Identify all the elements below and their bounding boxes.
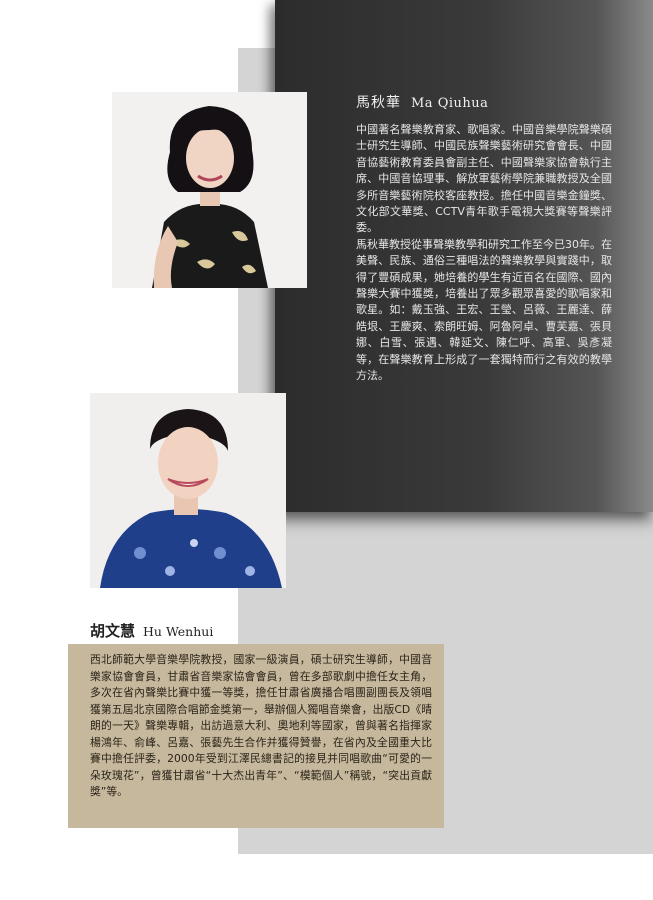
portrait-hu-wenhui-image (90, 393, 286, 588)
person2-name-en: Hu Wenhui (143, 624, 214, 639)
person1-bio-paragraph-2: 馬秋華教授從事聲樂教學和研究工作至今已30年。在美聲、民族、通俗三種唱法的聲樂教… (356, 237, 612, 383)
portrait-ma-qiuhua (112, 92, 307, 288)
person1-name: 馬秋華 Ma Qiuhua (356, 92, 488, 112)
person1-bio: 中國著名聲樂教育家、歌唱家。中國音樂學院聲樂碩士研究生導師、中國民族聲樂藝術研究… (356, 122, 612, 385)
person2-name-cn: 胡文慧 (90, 622, 136, 640)
portrait-ma-qiuhua-image (112, 92, 307, 288)
person1-name-en: Ma Qiuhua (411, 96, 489, 111)
person2-bio-box: 西北師範大學音樂學院教授，國家一級演員，碩士研究生導師，中國音樂家協會會員，甘肅… (68, 644, 444, 828)
person1-bio-paragraph-1: 中國著名聲樂教育家、歌唱家。中國音樂學院聲樂碩士研究生導師、中國民族聲樂藝術研究… (356, 123, 612, 235)
person1-name-cn: 馬秋華 (356, 95, 401, 111)
portrait-hu-wenhui (90, 393, 286, 588)
person2-name: 胡文慧 Hu Wenhui (90, 620, 213, 641)
person2-bio: 西北師範大學音樂學院教授，國家一級演員，碩士研究生導師，中國音樂家協會會員，甘肅… (90, 653, 432, 798)
